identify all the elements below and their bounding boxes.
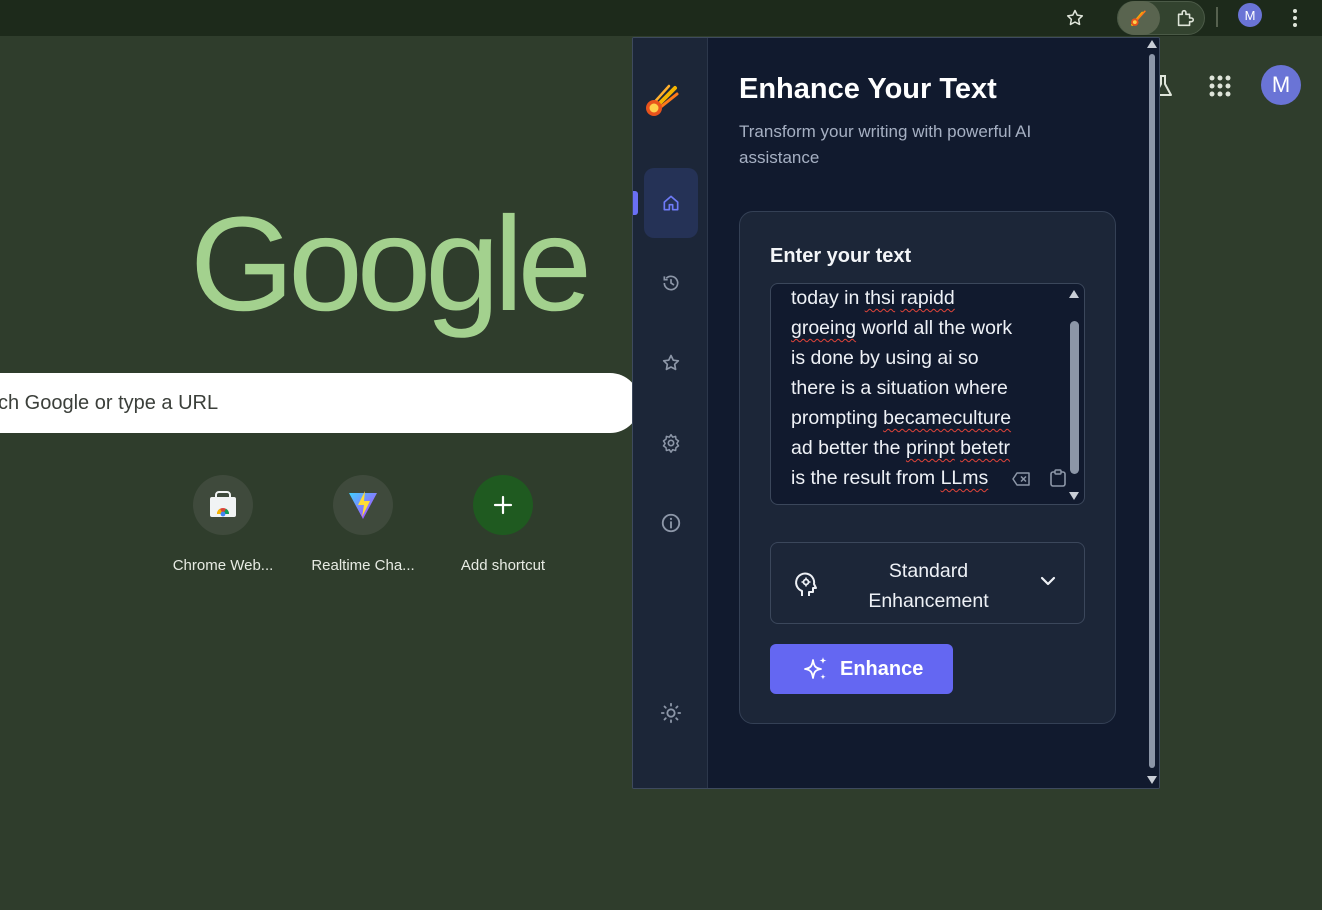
shortcut-add[interactable]: Add shortcut bbox=[443, 475, 563, 574]
toolbar-divider bbox=[1216, 7, 1218, 27]
nav-settings[interactable] bbox=[644, 408, 698, 478]
clear-text-icon[interactable] bbox=[1011, 469, 1031, 489]
text-line: is the result from LLms bbox=[791, 467, 989, 489]
sparkles-icon bbox=[804, 657, 827, 680]
shortcut-label: Add shortcut bbox=[460, 557, 546, 574]
shortcut-chrome-web-store[interactable]: Chrome Web... bbox=[163, 475, 283, 574]
popup-main: Enhance Your Text Transform your writing… bbox=[709, 38, 1145, 788]
scroll-up-icon bbox=[1147, 40, 1157, 48]
chrome-web-store-icon bbox=[193, 475, 253, 535]
misspelled-word: rapidd bbox=[900, 287, 955, 309]
extension-popup: Enhance Your Text Transform your writing… bbox=[632, 37, 1160, 789]
more-vert-icon[interactable] bbox=[1280, 3, 1310, 33]
puzzle-icon[interactable] bbox=[1170, 3, 1200, 33]
text-line: there is a situation where bbox=[791, 377, 1008, 399]
search-input[interactable]: ch Google or type a URL bbox=[0, 373, 640, 433]
misspelled-word: prinpt bbox=[905, 437, 955, 459]
misspelled-word: groeing bbox=[791, 317, 857, 339]
nav-history[interactable] bbox=[644, 248, 698, 318]
sun-icon bbox=[660, 702, 682, 724]
shortcut-label: Chrome Web... bbox=[172, 557, 274, 574]
popup-scrollbar[interactable] bbox=[1145, 38, 1159, 788]
brain-head-icon bbox=[795, 572, 817, 596]
nav-about[interactable] bbox=[644, 488, 698, 558]
profile-avatar[interactable]: M bbox=[1238, 3, 1262, 27]
settings-icon bbox=[662, 433, 680, 453]
input-label: Enter your text bbox=[770, 245, 912, 267]
enhancement-mode-select[interactable]: Standard Enhancement bbox=[770, 542, 1085, 624]
text-line: today in thsi rapidd bbox=[791, 287, 955, 309]
enhance-button-label: Enhance bbox=[840, 657, 924, 680]
misspelled-word: betetr bbox=[960, 437, 1011, 459]
scroll-down-icon bbox=[1069, 492, 1079, 500]
shortcut-realtime-chat[interactable]: Realtime Cha... bbox=[303, 475, 423, 574]
plus-icon bbox=[473, 475, 533, 535]
text-line: groeing world all the work bbox=[791, 317, 1013, 339]
scroll-up-icon bbox=[1069, 290, 1079, 298]
textarea-scroll-thumb[interactable] bbox=[1070, 321, 1079, 474]
misspelled-word: becameculture bbox=[883, 407, 1012, 429]
bookmark-star-icon[interactable] bbox=[1060, 3, 1090, 33]
misspelled-word: LLms bbox=[940, 467, 989, 489]
nav-home[interactable] bbox=[644, 168, 698, 238]
search-placeholder: ch Google or type a URL bbox=[0, 391, 219, 414]
text-line: is done by using ai so bbox=[791, 347, 979, 369]
text-input-content[interactable]: today in thsi rapidd groeing world all t… bbox=[791, 284, 1049, 493]
enhance-button[interactable]: Enhance bbox=[770, 644, 953, 694]
apps-grid-icon[interactable] bbox=[1200, 66, 1240, 106]
paste-clipboard-icon[interactable] bbox=[1048, 468, 1068, 488]
shortcut-label: Realtime Cha... bbox=[311, 557, 415, 574]
google-logo: Google bbox=[190, 190, 592, 339]
home-icon bbox=[663, 195, 679, 211]
popup-sidebar bbox=[633, 38, 708, 788]
browser-toolbar: M bbox=[0, 0, 1322, 36]
scroll-down-icon bbox=[1147, 776, 1157, 784]
star-icon bbox=[662, 354, 680, 371]
page-title: Enhance Your Text bbox=[739, 73, 997, 105]
page-subtitle: Transform your writing with powerful AI … bbox=[739, 122, 1032, 167]
misspelled-word: thsi bbox=[864, 287, 896, 309]
vite-icon bbox=[333, 475, 393, 535]
select-value: Standard Enhancement bbox=[868, 560, 989, 612]
theme-toggle[interactable] bbox=[644, 678, 698, 748]
popup-scroll-thumb[interactable] bbox=[1149, 54, 1155, 768]
info-icon bbox=[661, 513, 681, 533]
chevron-down-icon bbox=[1040, 576, 1056, 586]
enhance-card: Enter your text today in thsi rapidd gro… bbox=[739, 211, 1116, 724]
nav-favorites[interactable] bbox=[644, 328, 698, 398]
text-line: ad better the prinpt betetr bbox=[791, 437, 1011, 459]
ntp-profile-avatar[interactable]: M bbox=[1261, 65, 1301, 105]
active-nav-indicator bbox=[633, 191, 638, 215]
text-line: prompting becameculture bbox=[791, 407, 1012, 429]
meteor-extension-icon[interactable] bbox=[1118, 1, 1160, 35]
meteor-logo-icon bbox=[641, 80, 681, 120]
history-icon bbox=[663, 275, 679, 291]
text-input[interactable]: today in thsi rapidd groeing world all t… bbox=[770, 283, 1085, 505]
